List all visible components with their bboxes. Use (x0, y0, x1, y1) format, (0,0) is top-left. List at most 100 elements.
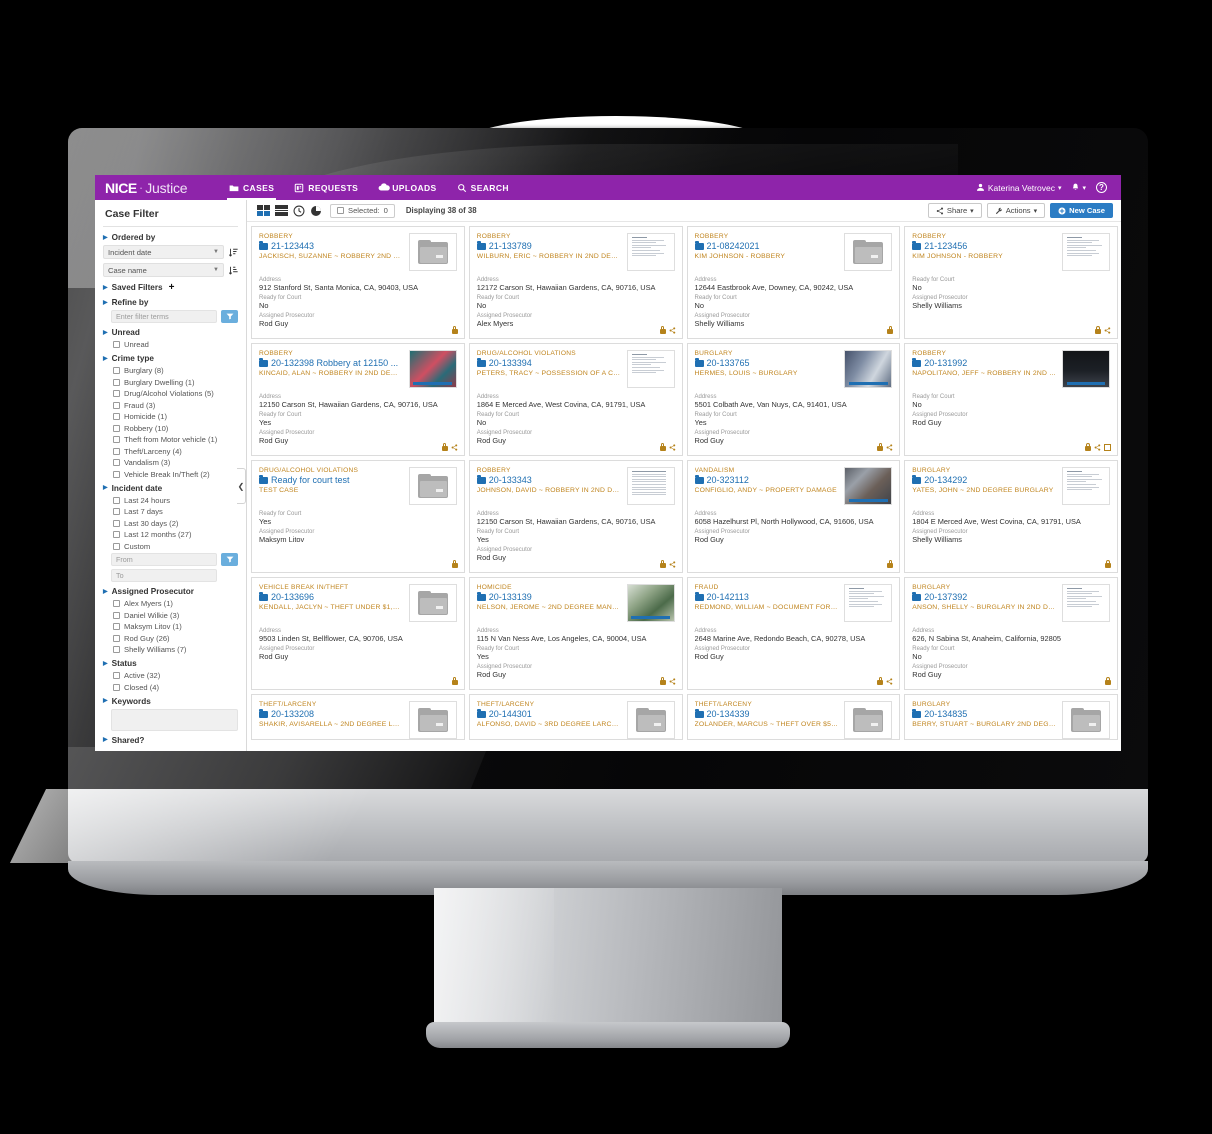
crime-type-option[interactable]: Vehicle Break In/Theft (2) (113, 470, 238, 479)
case-id-link[interactable]: 20-133343 (489, 475, 532, 485)
nav-item-requests[interactable]: REQUESTS (284, 175, 368, 200)
sort-direction-secondary-button[interactable] (228, 264, 238, 276)
case-id-link[interactable]: 21-08242021 (707, 241, 760, 251)
case-id-row[interactable]: 20-144301 (476, 708, 621, 719)
crime-type-checkbox[interactable] (113, 447, 120, 455)
sort-direction-primary-button[interactable] (228, 246, 238, 258)
crime-type-checkbox[interactable] (113, 413, 120, 420)
crime-type-option[interactable]: Robbery (10) (113, 424, 238, 433)
case-id-row[interactable]: 20-132398 Robbery at 12150 ... (259, 357, 403, 368)
case-id-link[interactable]: 20-137392 (924, 592, 967, 602)
case-card[interactable]: DRUG/ALCOHOL VIOLATIONS 20-133394 PETERS, … (468, 343, 683, 456)
case-id-row[interactable]: 20-323112 (694, 474, 839, 485)
case-id-link[interactable]: 20-132398 Robbery at 12150 ... (271, 358, 398, 368)
case-card[interactable]: DRUG/ALCOHOL VIOLATIONS Ready for court t… (251, 460, 465, 573)
crime-type-checkbox[interactable] (113, 459, 120, 466)
case-id-row[interactable]: 21-08242021 (694, 240, 839, 251)
incident-date-option[interactable]: Last 7 days (113, 507, 238, 516)
prosecutor-option[interactable]: Rod Guy (26) (113, 634, 238, 643)
crime-type-checkbox[interactable] (113, 424, 120, 432)
filter-group-crime-type[interactable]: ▶ Crime type (103, 354, 238, 363)
prosecutor-option[interactable]: Shelly Williams (7) (113, 645, 238, 654)
case-id-row[interactable]: Ready for court test (259, 474, 403, 485)
case-card[interactable]: THEFT/LARCENY 20-133208 SHAKIR, AVISARELLA… (251, 694, 465, 740)
case-id-row[interactable]: 20-134339 (694, 708, 839, 719)
case-id-row[interactable]: 20-133208 (259, 708, 403, 719)
incident-date-checkbox[interactable] (113, 519, 120, 527)
incident-date-checkbox[interactable] (113, 542, 120, 550)
prosecutor-checkbox[interactable] (113, 600, 120, 607)
case-id-link[interactable]: 20-133394 (489, 358, 532, 368)
case-id-link[interactable]: 20-133696 (271, 592, 314, 602)
date-from-input[interactable]: From (111, 553, 217, 566)
crime-type-option[interactable]: Burglary (8) (113, 366, 238, 375)
new-case-button[interactable]: New Case (1050, 203, 1113, 218)
status-option[interactable]: Closed (4) (113, 683, 238, 692)
case-id-row[interactable]: 20-133139 (476, 591, 621, 602)
apply-filter-button[interactable] (221, 310, 238, 323)
prosecutor-checkbox[interactable] (113, 634, 120, 642)
case-id-link[interactable]: 20-133139 (489, 592, 532, 602)
crime-type-checkbox[interactable] (113, 367, 120, 374)
crime-type-option[interactable]: Theft/Larceny (4) (113, 447, 238, 456)
filter-group-unread[interactable]: ▶ Unread (103, 328, 238, 337)
case-id-link[interactable]: 20-131992 (924, 358, 967, 368)
case-id-row[interactable]: 20-131992 (912, 357, 1056, 368)
case-card[interactable]: THEFT/LARCENY 20-134339 ZOLANDER, MARCUS ~… (686, 694, 901, 740)
case-card[interactable]: BURGLARY 20-134835 BERRY, STUART ~ BURGLAR… (904, 694, 1118, 740)
order-by-secondary-select[interactable]: Case name ▼ (103, 263, 224, 277)
crime-type-checkbox[interactable] (113, 470, 120, 478)
case-card[interactable]: ROBBERY 21-123456 KIM JOHNSON - ROBBERY Rea… (904, 226, 1118, 339)
crime-type-option[interactable]: Vandalism (3) (113, 458, 238, 467)
keywords-input[interactable] (111, 708, 238, 731)
crime-type-option[interactable]: Theft from Motor vehicle (1) (113, 435, 238, 444)
clock-view-icon[interactable] (293, 205, 305, 217)
nav-item-search[interactable]: SEARCH (447, 175, 519, 200)
select-all-checkbox[interactable] (337, 207, 344, 214)
incident-date-checkbox[interactable] (113, 496, 120, 504)
order-by-primary-select[interactable]: Incident date ▼ (103, 245, 224, 259)
sidebar-collapse-toggle[interactable]: ❮ (237, 468, 246, 504)
crime-type-option[interactable]: Drug/Alcohol Violations (5) (113, 389, 238, 398)
user-menu[interactable]: Katerina Vetrovec ▾ (976, 183, 1061, 193)
case-id-link[interactable]: 20-142113 (707, 592, 749, 602)
case-id-row[interactable]: 20-137392 (912, 591, 1056, 602)
nav-item-cases[interactable]: CASES (219, 175, 284, 200)
prosecutor-checkbox[interactable] (113, 611, 120, 619)
unread-option[interactable]: Unread (113, 340, 238, 349)
case-id-row[interactable]: 21-133789 (476, 240, 621, 251)
case-card[interactable]: VANDALISM 20-323112 CONFIGLIO, ANDY ~ PROP… (686, 460, 901, 573)
filter-group-keywords[interactable]: ▶ Keywords (103, 697, 238, 706)
pie-view-icon[interactable] (310, 205, 322, 217)
case-id-row[interactable]: 20-133343 (476, 474, 621, 485)
case-card[interactable]: ROBBERY 21-08242021 KIM JOHNSON - ROBBERY A… (686, 226, 901, 339)
filter-group-refine-by[interactable]: ▶ Refine by (103, 298, 238, 307)
case-id-row[interactable]: 20-134292 (912, 474, 1056, 485)
crime-type-checkbox[interactable] (113, 436, 120, 443)
case-id-link[interactable]: 20-133765 (707, 358, 750, 368)
incident-date-checkbox[interactable] (113, 508, 120, 515)
brand-logo[interactable]: NICE · Justice (95, 180, 215, 196)
crime-type-checkbox[interactable] (113, 390, 120, 397)
filter-group-status[interactable]: ▶ Status (103, 659, 238, 668)
case-card[interactable]: BURGLARY 20-133765 HERMES, LOUIS ~ BURGLAR… (686, 343, 901, 456)
case-id-row[interactable]: 20-134835 (912, 708, 1056, 719)
grid-view-icon[interactable] (257, 205, 270, 216)
case-card[interactable]: ROBBERY 20-133343 JOHNSON, DAVID ~ ROBBERY… (468, 460, 683, 573)
actions-button[interactable]: Actions ▾ (986, 203, 1046, 218)
help-icon[interactable]: ? (1096, 182, 1107, 193)
case-card[interactable]: ROBBERY 20-131992 NAPOLITANO, JEFF ~ ROBBE… (904, 343, 1118, 456)
unread-checkbox[interactable] (113, 341, 120, 348)
selection-summary[interactable]: Selected: 0 (330, 203, 395, 218)
incident-date-option[interactable]: Last 30 days (2) (113, 519, 238, 528)
add-saved-filter-icon[interactable]: + (169, 282, 175, 293)
prosecutor-checkbox[interactable] (113, 623, 120, 630)
case-id-link[interactable]: 20-323112 (707, 475, 749, 485)
case-id-link[interactable]: 20-133208 (271, 709, 314, 719)
expand-icon[interactable] (1104, 443, 1111, 451)
case-id-row[interactable]: 20-133394 (476, 357, 621, 368)
case-card[interactable]: BURGLARY 20-134292 YATES, JOHN ~ 2ND DEGRE… (904, 460, 1118, 573)
case-card[interactable]: ROBBERY 21-133789 WILBURN, ERIC ~ ROBBERY … (468, 226, 683, 339)
status-option[interactable]: Active (32) (113, 671, 238, 680)
incident-date-checkbox[interactable] (113, 531, 120, 538)
